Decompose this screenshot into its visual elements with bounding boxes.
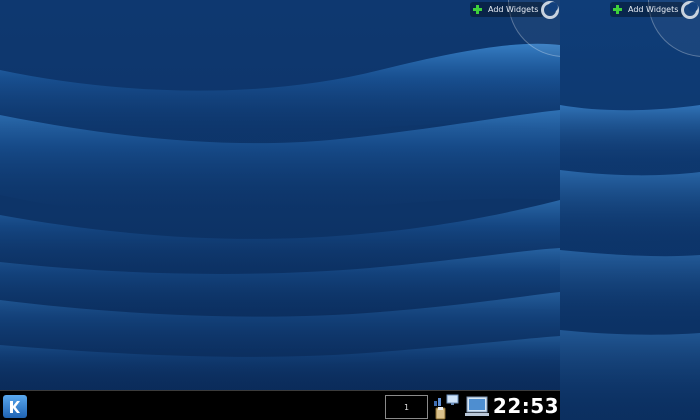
system-tray[interactable] <box>432 394 462 420</box>
add-widgets-button[interactable]: Add Widgets <box>470 2 545 17</box>
plasma-cashew-icon[interactable] <box>540 0 560 20</box>
plus-icon <box>473 5 482 14</box>
desktop-pager[interactable]: 1 <box>385 395 428 419</box>
add-widgets-label: Add Widgets <box>628 5 679 14</box>
pager-desktop-number: 1 <box>403 402 410 412</box>
wallpaper <box>0 0 560 420</box>
plus-icon <box>613 5 622 14</box>
taskbar-panel: 1 22:53 <box>0 390 560 420</box>
wallpaper-secondary <box>560 0 700 420</box>
plasma-cashew-icon[interactable] <box>680 0 700 20</box>
kde-logo-icon <box>10 400 20 413</box>
desktop-screen-secondary[interactable]: Add Widgets <box>560 0 700 420</box>
desktop-screen-primary[interactable]: Add Widgets 1 22:53 <box>0 0 560 420</box>
kde-kickoff-icon[interactable] <box>3 395 27 418</box>
digital-clock[interactable]: 22:53 <box>492 392 560 420</box>
network-icon[interactable] <box>434 394 459 406</box>
add-widgets-label: Add Widgets <box>488 5 539 14</box>
add-widgets-button-secondary[interactable]: Add Widgets <box>610 2 685 17</box>
clipboard-icon[interactable] <box>435 407 446 420</box>
computer-icon[interactable] <box>464 396 490 418</box>
